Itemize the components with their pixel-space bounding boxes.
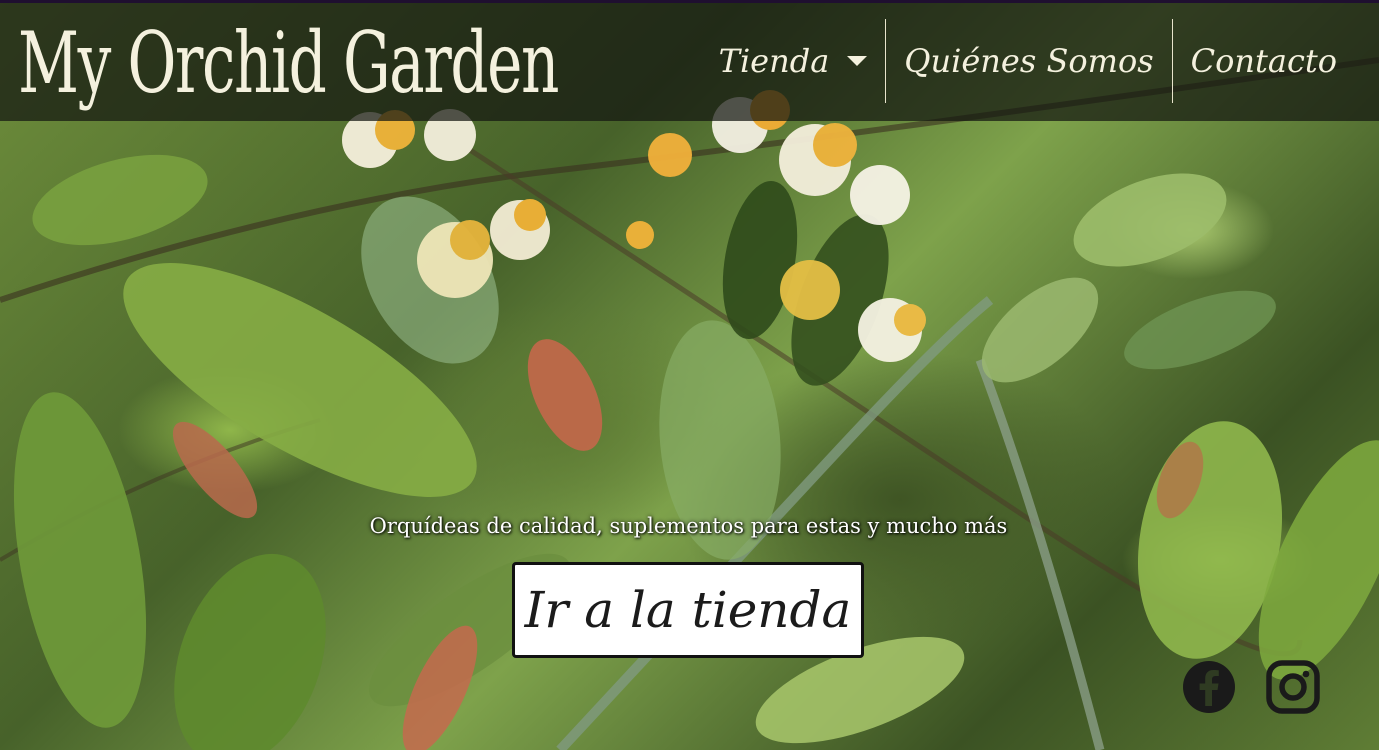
site-logo[interactable]: My Orchid Garden [18, 13, 559, 113]
nav-item-tienda[interactable]: Tienda [701, 19, 886, 103]
instagram-icon[interactable] [1266, 660, 1320, 714]
main-nav: Tienda Quiénes Somos Contacto [701, 19, 1355, 103]
hero-tagline: Orquídeas de calidad, suplementos para e… [369, 514, 1008, 538]
go-to-shop-button[interactable]: Ir a la tienda [512, 562, 864, 658]
nav-item-label: Contacto [1190, 42, 1337, 80]
caret-down-icon [847, 56, 868, 66]
nav-item-quienes-somos[interactable]: Quiénes Somos [886, 19, 1171, 103]
nav-item-contacto[interactable]: Contacto [1173, 19, 1355, 103]
nav-item-label: Tienda [718, 42, 830, 80]
site-header: My Orchid Garden Tienda Quiénes Somos Co… [0, 3, 1379, 121]
nav-item-label: Quiénes Somos [904, 42, 1154, 80]
facebook-icon[interactable] [1182, 660, 1236, 714]
